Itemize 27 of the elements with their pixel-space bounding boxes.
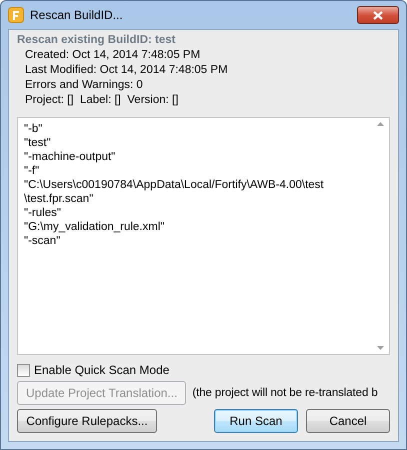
argument-line: "-f" bbox=[24, 164, 40, 178]
argument-line: "-scan" bbox=[24, 234, 62, 248]
scroll-down-icon[interactable] bbox=[377, 346, 384, 350]
checkbox-label: Enable Quick Scan Mode bbox=[34, 363, 170, 377]
close-icon bbox=[373, 10, 383, 20]
argument-line: "-machine-output" bbox=[24, 150, 116, 164]
app-logo-icon bbox=[8, 7, 24, 23]
info-line: Created: Oct 14, 2014 7:48:05 PM bbox=[25, 48, 202, 63]
argument-line: "C:\Users\c00190784\AppData\Local/Fortify\AWB-4.00\test bbox=[24, 178, 325, 192]
info-line: Last Modified: Oct 14, 2014 7:48:05 PM bbox=[25, 63, 229, 78]
cancel-button[interactable]: Cancel bbox=[306, 409, 390, 433]
configure-button[interactable]: Configure Rulepacks... bbox=[17, 409, 157, 433]
argument-line: "test" bbox=[24, 136, 52, 150]
close-button[interactable] bbox=[357, 6, 399, 24]
window-title: Rescan BuildID... bbox=[30, 8, 124, 22]
argument-line: \test.fpr.scan" bbox=[24, 192, 94, 206]
argument-line: "-rules" bbox=[24, 206, 62, 220]
info-line: Project: [] Label: [] Version: [] bbox=[25, 93, 180, 108]
checkbox[interactable] bbox=[17, 364, 30, 376]
note-text: (the project will not be re-translated b bbox=[192, 387, 378, 399]
scroll-up-icon[interactable] bbox=[377, 122, 384, 126]
argument-line: "-b" bbox=[24, 122, 44, 136]
argument-line: "G:\my_validation_rule.xml" bbox=[24, 220, 166, 234]
run-button[interactable]: Run Scan bbox=[214, 409, 298, 433]
dialog-heading: Rescan existing BuildID: test bbox=[17, 34, 176, 46]
info-line: Errors and Warnings: 0 bbox=[25, 78, 144, 93]
arguments-text-area[interactable]: "-b" "test" "-machine-output" "-f" "C:\Users\c00190784\AppData\Local/Fortify\AWB-4.00\test \test.fpr.scan" "-rules" "G:\my_validation_rule.xml" "-scan" bbox=[17, 117, 390, 355]
